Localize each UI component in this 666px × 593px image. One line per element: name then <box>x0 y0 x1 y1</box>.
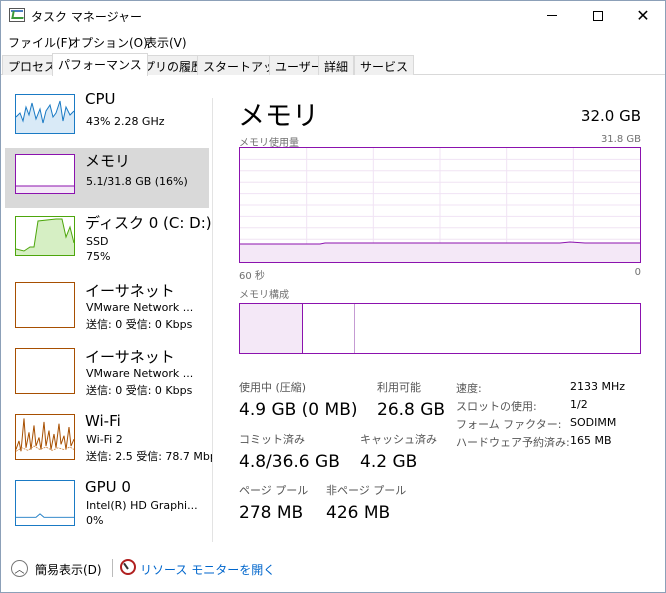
minimize-icon <box>547 15 557 16</box>
ethernet-thumbnail-graph <box>15 282 75 328</box>
sidebar-item-title: ディスク 0 (C: D:) <box>85 214 212 232</box>
menu-view[interactable]: 表示(V) <box>145 34 187 51</box>
menu-bar: ファイル(F) オプション(O) 表示(V) <box>0 31 666 52</box>
tab-performance[interactable]: パフォーマンス <box>52 53 148 76</box>
resource-monitor-icon[interactable] <box>120 559 136 575</box>
page-title: メモリ <box>238 101 319 132</box>
sidebar-item-usage: 0% <box>86 514 104 527</box>
task-manager-icon <box>9 8 25 22</box>
panel-divider <box>212 98 213 542</box>
footer-separator <box>112 559 113 577</box>
sidebar-item-gpu[interactable]: GPU 0 Intel(R) HD Graphi... 0% <box>5 474 209 534</box>
nonpaged-pool-label: 非ページ プール <box>326 484 407 497</box>
spec-speed-value: 2133 MHz <box>570 380 626 393</box>
footer-bar: ︿ 簡易表示(D) リソース モニターを開く <box>0 546 666 593</box>
memory-thumbnail-graph <box>15 154 75 194</box>
spec-speed-label: 速度: <box>456 382 482 395</box>
memory-usage-max: 31.8 GB <box>600 134 641 145</box>
wifi-thumbnail-graph <box>15 414 75 460</box>
tab-services[interactable]: サービス <box>354 55 415 75</box>
cpu-thumbnail-graph <box>15 94 75 134</box>
paged-pool-label: ページ プール <box>239 484 309 497</box>
sidebar-item-title: CPU <box>85 90 116 108</box>
memory-composition-bar <box>239 303 641 354</box>
memory-composition-label: メモリ構成 <box>239 290 289 301</box>
available-value: 26.8 GB <box>377 400 446 420</box>
close-button[interactable]: ✕ <box>620 0 666 31</box>
open-resource-monitor-link[interactable]: リソース モニターを開く <box>140 561 275 578</box>
spec-reserved-value: 165 MB <box>570 434 612 447</box>
sidebar-item-adapter: VMware Network ... <box>86 301 194 314</box>
in-use-value: 4.9 GB (0 MB) <box>239 400 358 420</box>
sidebar-item-ethernet-2[interactable]: イーサネット VMware Network ... 送信: 0 受信: 0 Kb… <box>5 342 209 402</box>
cached-label: キャッシュ済み <box>360 433 437 446</box>
sidebar-item-cpu[interactable]: CPU 43% 2.28 GHz <box>5 88 209 148</box>
memory-usage-chart <box>239 147 641 263</box>
sidebar-item-detail: SSD <box>86 235 109 248</box>
spec-slots-value: 1/2 <box>570 398 588 411</box>
spec-form-factor-value: SODIMM <box>570 416 617 429</box>
window-title: タスク マネージャー <box>31 10 142 24</box>
sidebar-item-wifi[interactable]: Wi-Fi Wi-Fi 2 送信: 2.5 受信: 78.7 Mbps <box>5 408 213 468</box>
fewer-details-button[interactable]: 簡易表示(D) <box>35 561 102 578</box>
spec-reserved-label: ハードウェア予約済み: <box>456 436 570 449</box>
gpu-thumbnail-graph <box>15 480 75 526</box>
sidebar-item-title: メモリ <box>85 152 131 170</box>
sidebar-item-disk[interactable]: ディスク 0 (C: D:) SSD 75% <box>5 210 212 270</box>
sidebar-item-detail: 5.1/31.8 GB (16%) <box>86 175 188 188</box>
ethernet-thumbnail-graph <box>15 348 75 394</box>
composition-free <box>355 304 640 353</box>
sidebar-item-adapter: Wi-Fi 2 <box>86 433 123 446</box>
cached-value: 4.2 GB <box>360 452 418 472</box>
minimize-button[interactable] <box>529 0 575 31</box>
sidebar-item-throughput: 送信: 0 受信: 0 Kbps <box>86 318 193 331</box>
composition-modified <box>303 304 355 353</box>
sidebar-item-detail: 43% 2.28 GHz <box>86 115 165 128</box>
sidebar-item-throughput: 送信: 0 受信: 0 Kbps <box>86 384 193 397</box>
close-icon: ✕ <box>636 5 650 25</box>
menu-options[interactable]: オプション(O) <box>69 34 148 51</box>
tab-details[interactable]: 詳細 <box>318 55 355 75</box>
tab-bar: プロセス パフォーマンス アプリの履歴 スタートアップ ユーザー 詳細 サービス <box>0 53 666 76</box>
sidebar-item-adapter: Intel(R) HD Graphi... <box>86 499 198 512</box>
sidebar-item-title: イーサネット <box>85 282 175 300</box>
title-bar[interactable]: タスク マネージャー ✕ <box>0 0 666 31</box>
sidebar-item-ethernet-1[interactable]: イーサネット VMware Network ... 送信: 0 受信: 0 Kb… <box>5 276 209 336</box>
memory-total: 32.0 GB <box>580 107 641 125</box>
chart-axis-right: 0 <box>634 267 641 278</box>
menu-file[interactable]: ファイル(F) <box>8 34 72 51</box>
committed-value: 4.8/36.6 GB <box>239 452 340 472</box>
sidebar-item-memory[interactable]: メモリ 5.1/31.8 GB (16%) <box>5 148 209 208</box>
sidebar-item-title: Wi-Fi <box>85 412 121 430</box>
maximize-button[interactable] <box>575 0 621 31</box>
chevron-up-icon[interactable]: ︿ <box>11 560 28 577</box>
sidebar-item-title: イーサネット <box>85 348 175 366</box>
paged-pool-value: 278 MB <box>239 503 304 523</box>
chart-axis-left: 60 秒 <box>239 271 265 282</box>
sidebar-item-adapter: VMware Network ... <box>86 367 194 380</box>
sidebar-item-usage: 75% <box>86 250 111 263</box>
sidebar-item-title: GPU 0 <box>85 478 131 496</box>
nonpaged-pool-value: 426 MB <box>326 503 391 523</box>
available-label: 利用可能 <box>377 381 421 394</box>
spec-slots-label: スロットの使用: <box>456 400 537 413</box>
disk-thumbnail-graph <box>15 216 75 256</box>
composition-in-use <box>240 304 303 353</box>
maximize-icon <box>593 10 603 21</box>
sidebar-item-throughput: 送信: 2.5 受信: 78.7 Mbps <box>86 450 213 463</box>
committed-label: コミット済み <box>239 433 305 446</box>
in-use-label: 使用中 (圧縮) <box>239 381 307 394</box>
spec-form-factor-label: フォーム ファクター: <box>456 418 562 431</box>
